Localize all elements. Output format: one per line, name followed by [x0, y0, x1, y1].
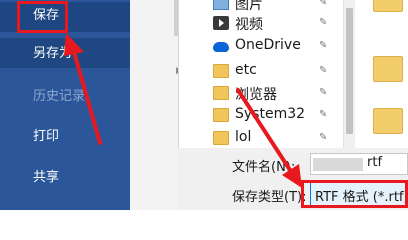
arrow-to-type: [236, 88, 292, 172]
arrow-to-save: [72, 50, 102, 145]
arrowhead-type: [282, 164, 302, 188]
arrowhead-save: [64, 33, 84, 56]
annotation-arrows: [64, 33, 302, 188]
